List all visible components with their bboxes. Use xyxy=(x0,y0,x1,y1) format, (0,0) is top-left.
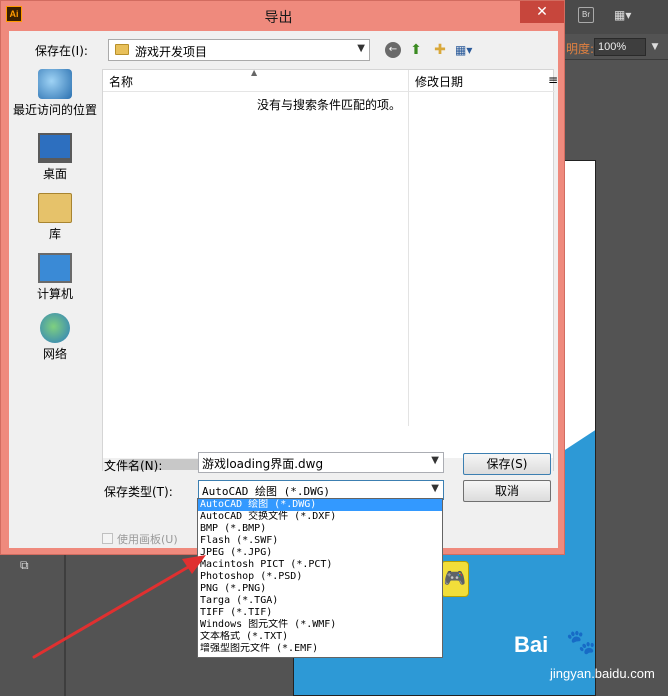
header-divider xyxy=(103,91,555,92)
tools-panel xyxy=(0,555,66,696)
workspace-layout-button[interactable]: ▦▾ xyxy=(614,7,640,23)
place-desktop[interactable]: 桌面 xyxy=(9,133,101,182)
artboard-tool-icon[interactable]: ⧉ xyxy=(20,558,40,574)
save-in-label: 保存在(I): xyxy=(35,44,88,58)
type-option[interactable]: PNG (*.PNG) xyxy=(198,583,442,595)
computer-icon xyxy=(38,253,72,283)
close-button[interactable]: ✕ xyxy=(520,1,564,23)
use-artboard-checkbox[interactable]: 使用画板(U) xyxy=(102,531,178,547)
place-label: 最近访问的位置 xyxy=(12,103,97,117)
save-type-value: AutoCAD 绘图 (*.DWG) xyxy=(202,485,330,498)
chevron-down-icon[interactable]: ▼ xyxy=(431,455,439,466)
type-option[interactable]: 增强型图元文件 (*.EMF) xyxy=(198,643,442,655)
use-artboard-label: 使用画板(U) xyxy=(117,533,178,546)
export-dialog: Ai 导出 ✕ 保存在(I): 游戏开发项目 ▼ ← ⬆ ✚ ▦▾ 最近访问的位… xyxy=(0,0,565,555)
opacity-label: 明度: xyxy=(566,42,595,56)
type-option[interactable]: Flash (*.SWF) xyxy=(198,535,442,547)
cancel-button[interactable]: 取消 xyxy=(463,480,551,502)
save-type-combo[interactable]: AutoCAD 绘图 (*.DWG) ▼ xyxy=(198,480,444,500)
column-header-name[interactable]: 名称 xyxy=(109,73,133,90)
sort-caret-icon: ▲ xyxy=(251,68,258,77)
view-menu-icon[interactable]: ▦▾ xyxy=(455,42,481,58)
column-separator xyxy=(408,70,409,426)
chevron-down-icon: ▼ xyxy=(357,43,365,54)
checkbox-box[interactable] xyxy=(102,533,113,544)
save-in-value: 游戏开发项目 xyxy=(135,45,208,59)
filename-input[interactable]: 游戏loading界面.dwg ▼ xyxy=(198,452,444,473)
save-type-label: 保存类型(T): xyxy=(104,485,173,499)
paw-icon: 🐾 xyxy=(566,628,596,656)
type-option[interactable]: Targa (*.TGA) xyxy=(198,595,442,607)
place-library[interactable]: 库 xyxy=(9,193,101,242)
bridge-button[interactable]: Br xyxy=(578,7,594,23)
place-computer[interactable]: 计算机 xyxy=(9,253,101,302)
place-label: 库 xyxy=(48,227,61,241)
up-folder-icon[interactable]: ⬆ xyxy=(407,41,425,59)
place-label: 网络 xyxy=(42,347,67,361)
place-label: 桌面 xyxy=(42,167,67,181)
network-icon xyxy=(40,313,70,343)
chevron-down-icon[interactable]: ▼ xyxy=(431,483,439,494)
place-network[interactable]: 网络 xyxy=(9,313,101,362)
type-option[interactable]: JPEG (*.JPG) xyxy=(198,547,442,559)
watermark-url: jingyan.baidu.com xyxy=(550,666,655,681)
dialog-title: 导出 xyxy=(264,10,293,26)
dialog-body: 保存在(I): 游戏开发项目 ▼ ← ⬆ ✚ ▦▾ 最近访问的位置 桌面 库 计… xyxy=(9,31,558,548)
filename-value: 游戏loading界面.dwg xyxy=(202,457,324,471)
filename-label: 文件名(N): xyxy=(104,459,163,473)
save-in-combo[interactable]: 游戏开发项目 ▼ xyxy=(108,39,370,61)
opacity-dropdown-icon[interactable]: ▼ xyxy=(648,38,662,56)
column-header-date[interactable]: 修改日期 xyxy=(415,73,463,90)
watermark-brand: Bai xyxy=(514,632,549,657)
type-option[interactable]: Macintosh PICT (*.PCT) xyxy=(198,559,442,571)
save-type-dropdown-list[interactable]: AutoCAD 绘图 (*.DWG) AutoCAD 交换文件 (*.DXF) … xyxy=(197,498,443,658)
place-label: 计算机 xyxy=(36,287,73,301)
gamepad-icon: 🎮 xyxy=(441,561,469,597)
type-option[interactable]: Windows 图元文件 (*.WMF) xyxy=(198,619,442,631)
type-option[interactable]: Photoshop (*.PSD) xyxy=(198,571,442,583)
type-option[interactable]: BMP (*.BMP) xyxy=(198,523,442,535)
opacity-input[interactable]: 100% xyxy=(594,38,646,56)
new-folder-icon[interactable]: ✚ xyxy=(431,42,449,58)
library-icon xyxy=(38,193,72,223)
places-bar: 最近访问的位置 桌面 库 计算机 网络 xyxy=(9,65,101,475)
save-button[interactable]: 保存(S) xyxy=(463,453,551,475)
file-list[interactable]: ▲ 名称 修改日期 ≡ 没有与搜索条件匹配的项。 ‹ › xyxy=(102,68,558,471)
recent-places-icon xyxy=(38,69,72,99)
baidu-watermark: Bai 🐾 jingyan.baidu.com xyxy=(512,622,662,692)
type-option[interactable]: 文本格式 (*.TXT) xyxy=(198,631,442,643)
empty-message: 没有与搜索条件匹配的项。 xyxy=(257,98,402,112)
column-header-more[interactable]: ≡ xyxy=(548,73,558,87)
folder-icon xyxy=(115,44,129,55)
type-option[interactable]: AutoCAD 绘图 (*.DWG) xyxy=(198,499,442,511)
place-recent[interactable]: 最近访问的位置 xyxy=(9,69,101,118)
desktop-icon xyxy=(38,133,72,163)
type-option[interactable]: TIFF (*.TIF) xyxy=(198,607,442,619)
back-icon[interactable]: ← xyxy=(385,42,401,58)
type-option[interactable]: AutoCAD 交换文件 (*.DXF) xyxy=(198,511,442,523)
